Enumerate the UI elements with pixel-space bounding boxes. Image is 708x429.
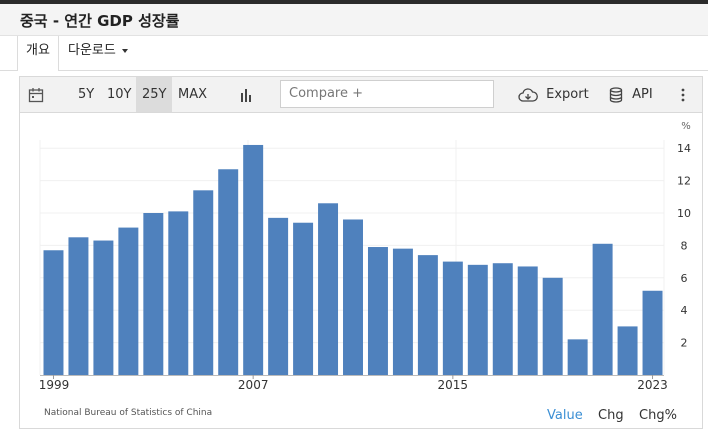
bar-2002[interactable] (118, 227, 139, 375)
bar-2017[interactable] (492, 263, 513, 375)
bar-2021[interactable] (592, 243, 613, 375)
bar-2022[interactable] (617, 326, 638, 375)
y-tick-label: 8 (681, 239, 688, 252)
source-text: National Bureau of Statistics of China (44, 408, 213, 418)
y-tick-label: 14 (677, 142, 691, 155)
y-tick-label: 10 (677, 207, 691, 220)
x-tick-label: 2015 (438, 378, 469, 392)
value-toggle[interactable]: Value (547, 408, 583, 423)
y-tick-label: 6 (681, 272, 688, 285)
bar-1999[interactable] (43, 250, 64, 375)
bar-2007[interactable] (243, 144, 264, 375)
bar-2008[interactable] (268, 217, 289, 375)
bar-2012[interactable] (367, 247, 388, 375)
bar-2001[interactable] (93, 240, 114, 375)
bar-2023[interactable] (642, 290, 663, 375)
y-unit-label: % (681, 121, 691, 132)
chg-toggle[interactable]: Chg (598, 408, 624, 423)
x-tick-labels: 1999 2007 2015 2023 (39, 375, 668, 392)
x-tick-label: 2023 (637, 378, 668, 392)
bar-2020[interactable] (567, 339, 588, 375)
y-tick-labels: 2 4 6 8 10 12 14 (677, 142, 691, 349)
bar-2010[interactable] (318, 203, 339, 375)
bar-2011[interactable] (343, 219, 363, 375)
y-tick-label: 12 (677, 175, 691, 188)
bar-2009[interactable] (293, 222, 314, 375)
bar-2014[interactable] (417, 255, 438, 375)
bar-2013[interactable] (392, 248, 413, 375)
y-tick-label: 4 (681, 304, 688, 317)
bar-2015[interactable] (442, 261, 463, 375)
bar-2004[interactable] (168, 211, 189, 375)
bar-2005[interactable] (193, 190, 214, 375)
bar-2016[interactable] (467, 264, 488, 375)
bar-2019[interactable] (542, 277, 563, 375)
bar-2018[interactable] (517, 266, 538, 375)
bar-2006[interactable] (218, 169, 239, 375)
x-tick-label: 2007 (238, 378, 269, 392)
chg-pct-toggle[interactable]: Chg% (639, 408, 677, 423)
bars-layer (43, 144, 663, 375)
x-tick-label: 1999 (39, 378, 70, 392)
bar-2003[interactable] (143, 213, 164, 375)
bar-chart: % 2 4 6 8 10 12 14 1999 2007 2015 2023 (39, 121, 691, 392)
y-tick-label: 2 (681, 337, 688, 350)
bar-2000[interactable] (68, 237, 89, 375)
